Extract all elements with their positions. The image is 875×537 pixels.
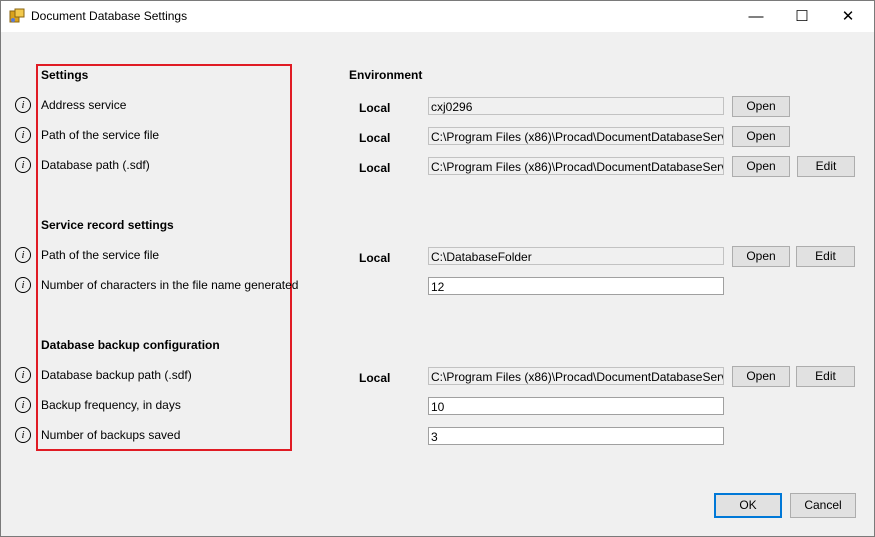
cancel-button[interactable]: Cancel xyxy=(790,493,856,518)
address-service-label: Address service xyxy=(41,98,127,112)
backup-frequency-field[interactable]: 10 xyxy=(428,397,724,415)
title-bar[interactable]: Document Database Settings — ☐ ✕ xyxy=(1,1,874,32)
num-chars-label: Number of characters in the file name ge… xyxy=(41,278,299,292)
maximize-button[interactable]: ☐ xyxy=(779,1,825,32)
service-file-path-env: Local xyxy=(359,131,391,145)
backups-saved-field[interactable]: 3 xyxy=(428,427,724,445)
app-icon xyxy=(9,8,25,24)
settings-dialog: Document Database Settings — ☐ ✕ Setting… xyxy=(0,0,875,537)
address-service-open-button[interactable]: Open xyxy=(732,96,790,117)
info-icon[interactable]: i xyxy=(15,367,31,383)
service-file-path-open-button[interactable]: Open xyxy=(732,126,790,147)
backup-frequency-label: Backup frequency, in days xyxy=(41,398,181,412)
record-service-file-path-edit-button[interactable]: Edit xyxy=(796,246,855,267)
backup-path-open-button[interactable]: Open xyxy=(732,366,790,387)
record-service-file-path-env: Local xyxy=(359,251,391,265)
section-backup-title: Database backup configuration xyxy=(41,338,220,352)
backup-path-label: Database backup path (.sdf) xyxy=(41,368,192,382)
database-path-edit-button[interactable]: Edit xyxy=(797,156,855,177)
database-path-open-button[interactable]: Open xyxy=(732,156,790,177)
maximize-icon: ☐ xyxy=(795,8,809,25)
backup-path-field[interactable]: C:\Program Files (x86)\Procad\DocumentDa… xyxy=(428,367,724,385)
record-service-file-path-field[interactable]: C:\DatabaseFolder xyxy=(428,247,724,265)
minimize-button[interactable]: — xyxy=(733,1,779,32)
info-icon[interactable]: i xyxy=(15,277,31,293)
backups-saved-label: Number of backups saved xyxy=(41,428,181,442)
backup-path-env: Local xyxy=(359,371,391,385)
service-file-path-label: Path of the service file xyxy=(41,128,160,142)
database-path-label: Database path (.sdf) xyxy=(41,158,150,172)
info-icon[interactable]: i xyxy=(15,397,31,413)
info-icon[interactable]: i xyxy=(15,97,31,113)
environment-header: Environment xyxy=(349,68,423,82)
database-path-field[interactable]: C:\Program Files (x86)\Procad\DocumentDa… xyxy=(428,157,724,175)
service-file-path-field[interactable]: C:\Program Files (x86)\Procad\DocumentDa… xyxy=(428,127,724,145)
backup-path-edit-button[interactable]: Edit xyxy=(796,366,855,387)
info-icon[interactable]: i xyxy=(15,157,31,173)
record-service-file-path-label: Path of the service file xyxy=(41,248,160,262)
num-chars-field[interactable]: 12 xyxy=(428,277,724,295)
info-icon[interactable]: i xyxy=(15,127,31,143)
section-service-record-title: Service record settings xyxy=(41,218,174,232)
window-title: Document Database Settings xyxy=(31,9,188,23)
close-icon: ✕ xyxy=(841,8,855,25)
record-service-file-path-open-button[interactable]: Open xyxy=(732,246,790,267)
address-service-field[interactable]: cxj0296 xyxy=(428,97,724,115)
database-path-env: Local xyxy=(359,161,391,175)
info-icon[interactable]: i xyxy=(15,427,31,443)
address-service-env: Local xyxy=(359,101,391,115)
section-settings-title: Settings xyxy=(41,68,89,82)
ok-button[interactable]: OK xyxy=(714,493,782,518)
info-icon[interactable]: i xyxy=(15,247,31,263)
minimize-icon: — xyxy=(748,8,764,25)
close-button[interactable]: ✕ xyxy=(825,1,871,32)
